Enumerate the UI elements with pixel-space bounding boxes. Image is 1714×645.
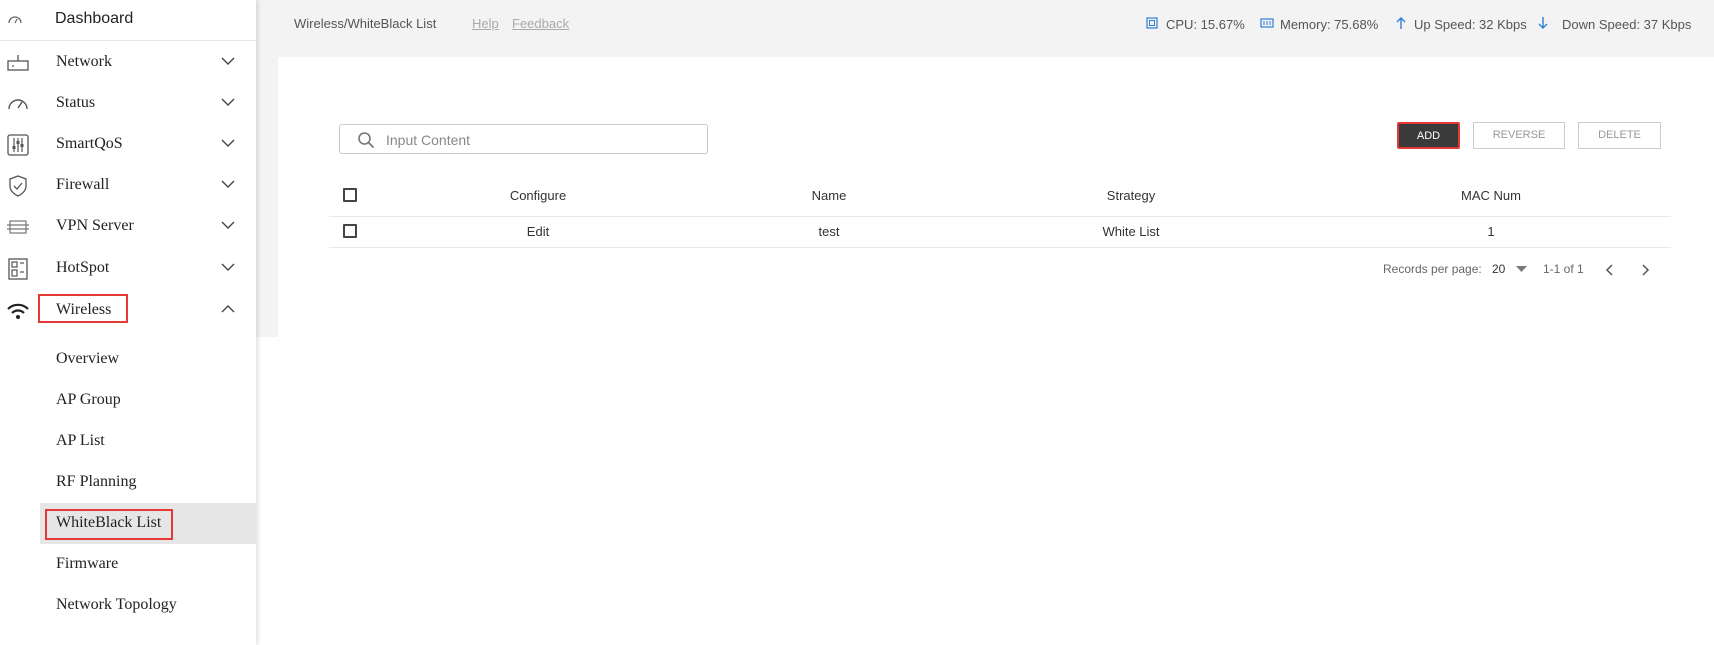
memory-icon [1260,18,1274,28]
chevron-down-icon [221,263,235,271]
router-icon [7,55,29,71]
row-strategy: White List [1102,224,1160,239]
sidebar-item-firewall[interactable]: Firewall [0,165,256,206]
sidebar-subitem-label: Firmware [56,555,119,572]
sidebar-subitem-label: AP Group [56,391,121,408]
sidebar-subitem-network-topology[interactable]: Network Topology [40,585,256,626]
cpu-usage: CPU: 15.67% [1166,17,1245,32]
sidebar: Dashboard Network Status SmartQoS Firewa… [0,0,256,645]
select-all-checkbox[interactable] [343,188,357,202]
sidebar-item-vpn-server[interactable]: VPN Server [0,206,256,247]
vpn-icon [7,220,29,234]
chevron-right-icon[interactable] [1640,264,1650,276]
records-per-page-label: Records per page: [1383,262,1482,276]
breadcrumb: Wireless/WhiteBlack List [294,16,437,31]
feedback-link[interactable]: Feedback [512,16,569,31]
page-range: 1-1 of 1 [1543,262,1584,276]
chevron-left-icon[interactable] [1605,264,1615,276]
sidebar-item-label: Dashboard [55,10,134,27]
search-icon [358,132,375,149]
sidebar-subitem-whiteblack-list[interactable]: WhiteBlack List [40,503,256,544]
chevron-down-icon [221,139,235,147]
sidebar-subitem-rf-planning[interactable]: RF Planning [40,462,256,503]
sidebar-subitem-overview[interactable]: Overview [40,339,256,380]
delete-button[interactable]: DELETE [1578,122,1661,149]
arrow-down-icon [1538,17,1548,29]
caret-down-icon[interactable] [1516,266,1527,273]
arrow-up-icon [1396,17,1406,29]
column-header-strategy: Strategy [1106,188,1156,203]
sliders-icon [7,134,29,156]
top-bar: Wireless/WhiteBlack List Help Feedback C… [256,0,1714,57]
sidebar-subitem-label: RF Planning [56,473,137,490]
up-speed: Up Speed: 32 Kbps [1414,17,1527,32]
wifi-icon [7,303,29,319]
sidebar-item-smartqos[interactable]: SmartQoS [0,124,256,165]
add-button[interactable]: ADD [1397,122,1460,149]
chevron-down-icon [221,57,235,65]
gauge-icon [8,99,28,110]
sidebar-item-status[interactable]: Status [0,83,256,124]
header-divider [329,216,1671,217]
row-checkbox[interactable] [343,224,357,238]
per-page-select[interactable]: 20 [1492,262,1505,276]
reverse-button[interactable]: REVERSE [1473,122,1565,149]
sidebar-item-label: SmartQoS [56,135,123,152]
search-box[interactable] [339,124,708,154]
cpu-icon [1146,17,1158,29]
sidebar-item-network[interactable]: Network [0,42,256,83]
hotspot-icon [8,258,28,280]
sidebar-subitem-firmware[interactable]: Firmware [40,544,256,585]
sidebar-item-label: HotSpot [56,259,110,276]
chevron-down-icon [221,98,235,106]
sidebar-item-hotspot[interactable]: HotSpot [0,248,256,289]
edit-link[interactable]: Edit [488,224,588,239]
row-name: test [818,224,840,239]
content-gutter [256,57,278,337]
sidebar-item-label: VPN Server [56,217,134,234]
sidebar-item-dashboard[interactable]: Dashboard [0,0,256,41]
sidebar-subitem-ap-group[interactable]: AP Group [40,380,256,421]
sidebar-subitem-ap-list[interactable]: AP List [40,421,256,462]
dashboard-icon [8,16,22,24]
row-divider [329,247,1671,248]
search-input[interactable] [384,129,688,151]
sidebar-subitem-label: WhiteBlack List [56,514,162,531]
column-header-mac-num: MAC Num [1461,188,1521,203]
help-link[interactable]: Help [472,16,499,31]
column-header-name: Name [811,188,847,203]
sidebar-item-label: Network [56,53,112,70]
sidebar-item-label: Status [56,94,96,111]
column-header-configure: Configure [509,188,567,203]
chevron-down-icon [221,180,235,188]
chevron-up-icon [221,305,235,313]
sidebar-subitem-label: AP List [56,432,105,449]
memory-usage: Memory: 75.68% [1280,17,1379,32]
wireless-highlight [38,294,128,323]
down-speed: Down Speed: 37 Kbps [1562,17,1692,32]
shield-icon [9,175,27,197]
sidebar-subitem-label: Network Topology [56,596,177,613]
row-mac-num: 1 [1487,224,1495,239]
sidebar-subitem-label: Overview [56,350,120,367]
chevron-down-icon [221,221,235,229]
sidebar-item-label: Firewall [56,176,110,193]
